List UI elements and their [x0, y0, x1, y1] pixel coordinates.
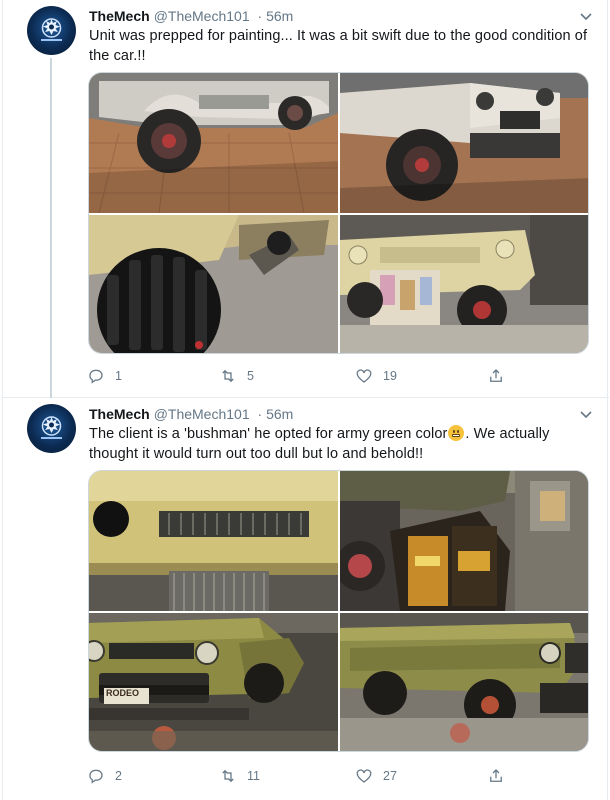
like-button[interactable]: 19 [355, 366, 397, 386]
timestamp[interactable]: · 56m [258, 8, 294, 24]
timeline: TheMech @TheMech101 · 56m Unit was preppe… [2, 0, 609, 800]
share-button[interactable] [487, 366, 505, 386]
photo-fender-posters[interactable] [340, 471, 588, 611]
mech-logo-icon [41, 18, 62, 41]
share-button[interactable] [487, 766, 505, 786]
avatar[interactable] [27, 6, 76, 55]
photo-primed-car-front[interactable] [340, 73, 588, 213]
retweet-icon [222, 769, 234, 783]
like-button[interactable]: 27 [355, 766, 397, 786]
photo-car-front-masked[interactable] [340, 215, 588, 353]
mech-logo-icon [41, 416, 62, 439]
reply-button[interactable]: 2 [87, 766, 122, 786]
share-icon [490, 369, 502, 382]
tweet-text: The client is a 'bushman' he opted for a… [89, 424, 589, 464]
photo-wheel-arch[interactable] [89, 215, 338, 353]
reply-icon [89, 369, 103, 384]
tweet-2[interactable]: TheMech @TheMech101 · 56m The client is a… [3, 398, 609, 800]
like-icon [356, 369, 372, 383]
user-handle[interactable]: @TheMech101 [154, 406, 250, 422]
display-name[interactable]: TheMech [89, 8, 150, 24]
retweet-button[interactable]: 5 [219, 366, 254, 386]
photo-green-car-front-rodeo[interactable]: RODEO [89, 613, 338, 751]
display-name[interactable]: TheMech [89, 406, 150, 422]
reply-icon [89, 769, 103, 784]
retweet-icon [222, 369, 234, 383]
tweet-text: Unit was prepped for painting... It was … [89, 28, 588, 64]
reply-button[interactable]: 1 [87, 366, 122, 386]
tweet-actions: 1 5 19 [87, 366, 517, 386]
retweet-count: 5 [247, 369, 254, 383]
reply-count: 1 [115, 369, 122, 383]
like-icon [356, 769, 372, 783]
like-count: 19 [383, 369, 397, 383]
timestamp[interactable]: · 56m [258, 406, 294, 422]
tweet-1[interactable]: TheMech @TheMech101 · 56m Unit was preppe… [3, 0, 609, 398]
retweet-count: 11 [247, 769, 260, 783]
bumper-plate-text: RODEO [106, 688, 140, 698]
tweet-header: TheMech @TheMech101 · 56m [89, 6, 293, 26]
user-handle[interactable]: @TheMech101 [154, 8, 250, 24]
media-grid [88, 72, 589, 354]
grimacing-face-icon [448, 425, 465, 441]
tweet-header: TheMech @TheMech101 · 56m [89, 404, 293, 424]
tweet-text-part-1: The client is a 'bushman' he opted for a… [89, 426, 448, 442]
reply-count: 2 [115, 769, 122, 783]
share-icon [490, 769, 502, 782]
retweet-button[interactable]: 11 [219, 766, 260, 786]
like-count: 27 [383, 769, 397, 783]
photo-green-front-grille[interactable] [89, 471, 338, 611]
photo-green-car-side[interactable] [340, 613, 588, 751]
chevron-down-icon[interactable] [579, 407, 593, 421]
avatar[interactable] [27, 404, 76, 453]
tweet-actions: 2 11 27 [87, 766, 517, 786]
photo-primed-car-side[interactable] [89, 73, 338, 213]
thread-line [50, 58, 52, 398]
chevron-down-icon[interactable] [579, 9, 593, 23]
media-grid: RODEO [88, 470, 589, 752]
